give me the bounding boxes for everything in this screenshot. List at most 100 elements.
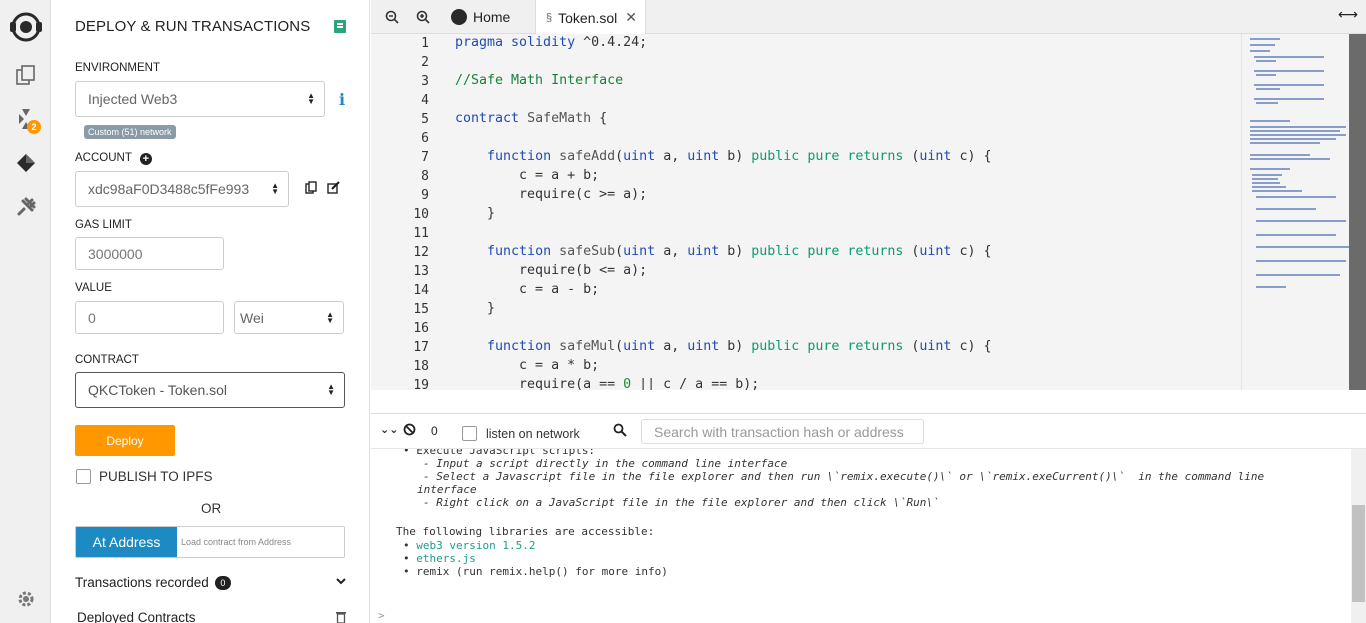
clear-console-icon[interactable] [403, 423, 416, 441]
code-token: uint [623, 339, 656, 354]
close-icon[interactable]: ✕ [625, 9, 637, 26]
minimap-line [1250, 126, 1346, 128]
listen-network-checkbox[interactable] [462, 426, 477, 441]
remix-logo-icon[interactable] [6, 8, 46, 46]
code-token: pragma solidity [455, 35, 576, 50]
add-account-plus-icon[interactable]: + [139, 153, 152, 165]
contract-label: CONTRACT [75, 354, 139, 366]
tab-home[interactable]: Home [451, 0, 510, 34]
tab-token-sol-label: Token.sol [558, 9, 618, 26]
at-address-group: At Address Load contract from Address [75, 526, 345, 558]
home-remix-icon [451, 9, 467, 25]
minimap-line [1256, 74, 1276, 76]
publish-ipfs-label: PUBLISH TO IPFS [99, 469, 213, 484]
info-icon[interactable]: i [339, 90, 345, 109]
deploy-run-panel: DEPLOY & RUN TRANSACTIONS ENVIRONMENT In… [51, 0, 370, 623]
deploy-button[interactable]: Deploy [75, 425, 175, 456]
minimap-line [1256, 274, 1340, 276]
minimap-line [1256, 88, 1280, 90]
code-token: safeAdd [559, 149, 616, 164]
terminal-prompt[interactable]: > [378, 609, 385, 622]
code-line: c = a - b; [455, 282, 600, 297]
code-token: uint [623, 149, 656, 164]
environment-select[interactable]: Injected Web3 ▲ ▼ [75, 81, 325, 117]
account-select[interactable]: xdc98aF0D3488c5fFe993 ▲ ▼ [75, 171, 289, 207]
select-arrows-icon: ▲ ▼ [307, 91, 315, 106]
ethers-link[interactable]: ethers.js [416, 552, 476, 565]
editor-scrollbar[interactable] [1349, 34, 1366, 390]
minimap-line [1256, 220, 1346, 222]
value-label: VALUE [75, 282, 112, 294]
line-number: 14 [413, 283, 429, 298]
copy-address-icon[interactable] [305, 181, 317, 199]
code-token: safeSub [559, 244, 616, 259]
tab-token-sol[interactable]: § Token.sol ✕ [535, 0, 647, 35]
contract-value: QKCToken - Token.sol [88, 382, 228, 398]
terminal-text: Execute JavaScript scripts: [416, 449, 596, 457]
transactions-recorded-row[interactable]: Transactions recorded 0 [75, 575, 231, 591]
value-unit-select[interactable]: Wei ▲ ▼ [234, 301, 344, 334]
code-line: } [455, 301, 496, 316]
zoom-out-icon[interactable] [385, 0, 399, 34]
deploy-run-icon[interactable] [9, 146, 43, 180]
line-number: 18 [413, 359, 429, 374]
code-editor[interactable]: 1 2 3 4 5 6 7 8 9 10 11 12 13 14 15 16 1… [371, 34, 1366, 390]
code-token: uint [919, 244, 952, 259]
at-address-input[interactable]: Load contract from Address [177, 527, 344, 557]
select-arrows-icon: ▲ ▼ [271, 181, 279, 196]
contract-select[interactable]: QKCToken - Token.sol ▲ ▼ [75, 372, 345, 408]
code-token: function [487, 339, 552, 354]
code-token: uint [687, 339, 720, 354]
sign-message-edit-icon[interactable] [327, 181, 341, 199]
chevron-down-icon[interactable] [335, 574, 347, 592]
environment-value: Injected Web3 [88, 91, 178, 107]
trash-icon[interactable] [335, 610, 347, 623]
settings-gear-icon[interactable] [9, 582, 43, 616]
minimap-line [1250, 38, 1280, 40]
publish-ipfs-checkbox[interactable] [76, 469, 91, 484]
line-number: 6 [421, 131, 429, 146]
terminal-line: The following libraries are accessible: [396, 525, 655, 538]
code-token: function [487, 244, 552, 259]
code-line: require(b <= a); [455, 263, 648, 278]
terminal-line: • ethers.js [403, 552, 476, 565]
docs-book-icon[interactable] [334, 20, 346, 33]
expand-arrows-icon[interactable]: ⟷ [1338, 6, 1358, 23]
line-number: 10 [413, 207, 429, 222]
web3-link[interactable]: web3 version 1.5.2 [416, 539, 535, 552]
at-address-button[interactable]: At Address [76, 527, 177, 557]
minimap-line [1252, 182, 1280, 184]
collapse-terminal-icon[interactable]: ⌄⌄ [380, 423, 398, 436]
code-line: function safeAdd(uint a, uint b) public … [487, 149, 992, 164]
minimap-line [1250, 142, 1320, 144]
panel-title: DEPLOY & RUN TRANSACTIONS [75, 18, 311, 35]
minimap-line [1256, 234, 1336, 236]
gas-limit-input[interactable]: 3000000 [75, 237, 224, 270]
transaction-search-input[interactable]: Search with transaction hash or address [641, 419, 924, 444]
code-line: function safeSub(uint a, uint b) public … [487, 244, 992, 259]
code-minimap[interactable] [1241, 34, 1350, 390]
minimap-line [1252, 178, 1278, 180]
line-number: 12 [413, 245, 429, 260]
value-input[interactable]: 0 [75, 301, 224, 334]
code-token: public pure returns [751, 244, 904, 259]
minimap-line [1256, 246, 1350, 248]
terminal-line: - Right click on a JavaScript file in th… [423, 496, 940, 509]
plugin-manager-icon[interactable] [9, 190, 43, 224]
icon-rail: 2 [0, 0, 51, 623]
terminal-output[interactable]: • Execute JavaScript scripts: - Input a … [371, 449, 1351, 623]
account-label-text: ACCOUNT [75, 152, 132, 164]
zoom-in-icon[interactable] [416, 0, 430, 34]
solidity-compiler-icon[interactable]: 2 [9, 102, 43, 136]
file-explorer-icon[interactable] [9, 58, 43, 92]
value-unit: Wei [240, 309, 264, 326]
search-icon [613, 423, 627, 442]
solidity-file-icon: § [546, 11, 553, 24]
network-badge: Custom (51) network [84, 125, 176, 139]
terminal-scrollbar-thumb[interactable] [1352, 505, 1365, 602]
line-number: 3 [421, 74, 429, 89]
select-arrows-icon: ▲ ▼ [326, 309, 334, 325]
code-token: 0 [623, 377, 632, 390]
minimap-line [1252, 174, 1282, 176]
account-value: xdc98aF0D3488c5fFe993 [88, 181, 250, 197]
